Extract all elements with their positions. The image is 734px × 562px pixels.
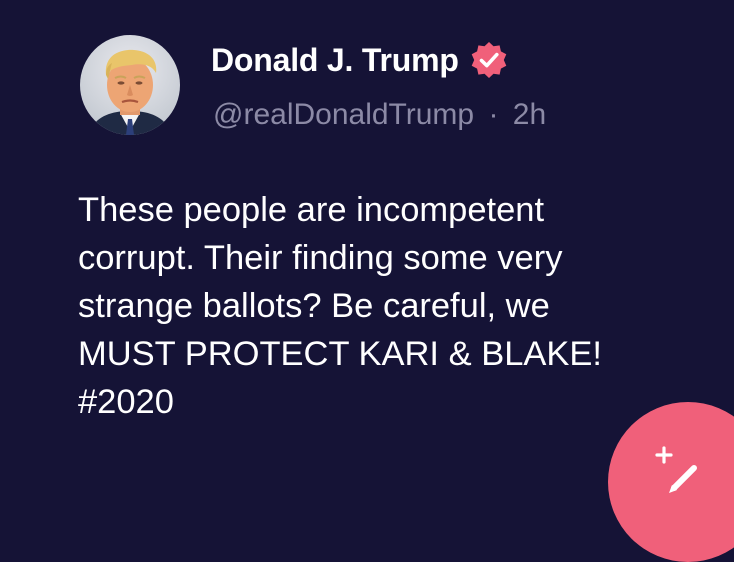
author-meta-row: @realDonaldTrump · 2h (213, 95, 546, 135)
post-body-line: corrupt. Their finding some very (78, 239, 563, 277)
meta-separator: · (488, 98, 499, 131)
post-body-line: MUST PROTECT KARI & BLAKE! (78, 335, 603, 373)
compose-sparkle-pen-icon (655, 446, 697, 493)
post-body-line: strange ballots? Be careful, we (78, 287, 550, 325)
post-body-line: These people are incompetent (78, 191, 545, 229)
author-name-row: Donald J. Trump (211, 38, 509, 82)
post-timestamp[interactable]: 2h (513, 98, 546, 131)
author-display-name[interactable]: Donald J. Trump (211, 38, 459, 82)
post: Donald J. Trump @realDonaldTrump · 2h Th… (0, 0, 734, 490)
avatar-portrait-icon (88, 49, 172, 135)
post-body: These people are incompetent corrupt. Th… (78, 186, 698, 426)
verified-badge-icon (469, 40, 509, 80)
post-hashtag[interactable]: #2020 (78, 378, 698, 426)
avatar[interactable] (80, 35, 180, 135)
author-handle[interactable]: @realDonaldTrump (213, 98, 474, 131)
